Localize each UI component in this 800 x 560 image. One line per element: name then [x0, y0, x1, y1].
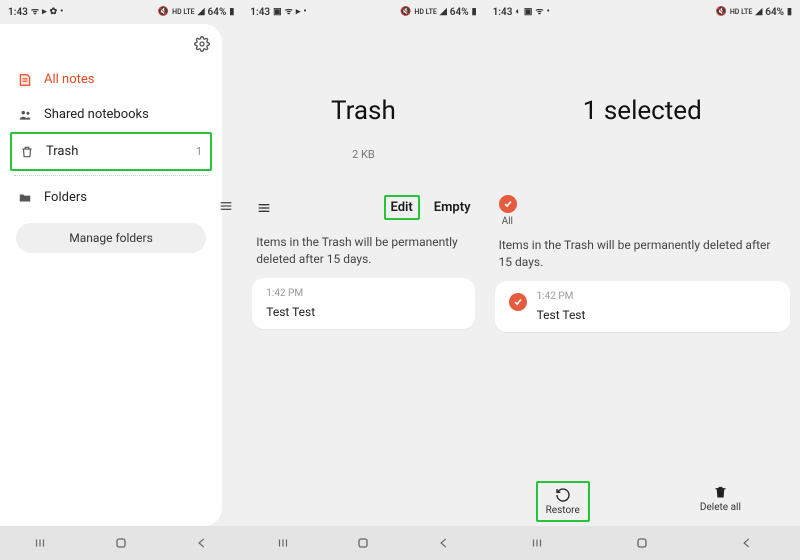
- status-time: 1:43: [8, 7, 28, 18]
- manage-folders-button[interactable]: Manage folders: [16, 223, 206, 253]
- selection-title: 1 selected: [485, 96, 800, 126]
- hamburger-icon[interactable]: [256, 200, 272, 216]
- divider: [14, 175, 208, 176]
- folder-icon: [18, 191, 32, 205]
- trash-icon: [20, 145, 34, 159]
- drawer-item-folders[interactable]: Folders: [0, 180, 222, 215]
- drawer-item-shared[interactable]: Shared notebooks: [0, 97, 222, 132]
- edit-highlight: Edit: [384, 195, 420, 220]
- status-bar: 1:43 ▣ ᯤ ▸ • 🔇 HD LTE ◢ 64% ▮: [242, 0, 484, 24]
- wifi-icon: ᯤ: [285, 8, 293, 17]
- restore-button[interactable]: Restore: [538, 483, 588, 520]
- wifi-icon: ᯤ: [535, 8, 543, 17]
- play-icon: ▸: [42, 8, 47, 17]
- back-button[interactable]: [190, 531, 214, 555]
- back-button[interactable]: [735, 531, 759, 555]
- note-checkbox-icon[interactable]: [509, 293, 527, 311]
- drawer-item-trash[interactable]: Trash 1: [12, 134, 210, 169]
- battery-icon: ▮: [787, 8, 792, 17]
- note-time: 1:42 PM: [537, 291, 776, 302]
- recents-button[interactable]: [271, 531, 295, 555]
- bulb-icon: ◐: [515, 8, 520, 17]
- net-icon: HD LTE: [172, 9, 194, 16]
- restore-icon: [555, 487, 571, 503]
- dot-icon: •: [60, 8, 63, 17]
- net-icon: HD LTE: [730, 9, 752, 16]
- delete-all-button[interactable]: Delete all: [692, 481, 749, 522]
- signal-icon: ◢: [440, 8, 447, 17]
- page-title: Trash: [242, 96, 484, 126]
- image-icon: ▣: [524, 8, 533, 17]
- drawer-label: Trash: [46, 144, 78, 159]
- shared-icon: [18, 108, 32, 122]
- selection-actions: Restore Delete all: [485, 475, 800, 526]
- restore-label: Restore: [546, 505, 580, 516]
- net-icon: HD LTE: [414, 9, 436, 16]
- note-card-selected[interactable]: 1:42 PM Test Test: [495, 281, 790, 332]
- android-nav-bar: [485, 526, 800, 560]
- note-title: Test Test: [537, 308, 776, 322]
- battery-pct: 64%: [765, 7, 784, 18]
- home-button[interactable]: [109, 531, 133, 555]
- battery-icon: ▮: [472, 8, 477, 17]
- status-bar: 1:43 ᯤ ▸ ✿ • 🔇 HD LTE ◢ 64% ▮: [0, 0, 242, 24]
- status-time: 1:43: [250, 7, 270, 18]
- drawer-label: Shared notebooks: [44, 107, 149, 122]
- empty-button[interactable]: Empty: [434, 200, 471, 215]
- gear-icon[interactable]: [194, 36, 210, 52]
- note-card[interactable]: 1:42 PM Test Test: [252, 278, 474, 329]
- signal-icon: ◢: [755, 8, 762, 17]
- battery-pct: 64%: [450, 7, 469, 18]
- status-time: 1:43: [493, 7, 513, 18]
- trash-info: Items in the Trash will be permanently d…: [485, 227, 800, 277]
- mute-icon: 🔇: [716, 8, 727, 17]
- note-title: Test Test: [266, 305, 460, 319]
- trash-count: 1: [196, 145, 202, 158]
- spacer: [485, 148, 800, 161]
- back-button[interactable]: [432, 531, 456, 555]
- select-all-label: All: [502, 216, 513, 227]
- edit-button[interactable]: Edit: [391, 200, 413, 215]
- drawer-label: All notes: [44, 72, 94, 87]
- note-icon: [18, 73, 32, 87]
- battery-pct: 64%: [208, 7, 227, 18]
- image-icon: ▣: [273, 8, 282, 17]
- wifi-icon: ᯤ: [31, 8, 39, 17]
- recents-button[interactable]: [28, 531, 52, 555]
- mute-icon: 🔇: [158, 8, 169, 17]
- drawer-item-all-notes[interactable]: All notes: [0, 62, 222, 97]
- restore-highlight: Restore: [536, 481, 590, 522]
- signal-icon: ◢: [198, 8, 205, 17]
- mute-icon: 🔇: [400, 8, 411, 17]
- home-button[interactable]: [351, 531, 375, 555]
- note-time: 1:42 PM: [266, 288, 460, 299]
- trash-size: 2 KB: [242, 148, 484, 161]
- select-all-checkbox[interactable]: [499, 195, 517, 213]
- status-bar: 1:43 ◐ ▣ ᯤ • 🔇 HD LTE ◢ 64% ▮: [485, 0, 800, 24]
- android-nav-bar: [242, 526, 484, 560]
- drawer-label: Folders: [44, 190, 87, 205]
- battery-icon: ▮: [229, 8, 234, 17]
- dot-icon: •: [303, 8, 306, 17]
- home-button[interactable]: [630, 531, 654, 555]
- recents-button[interactable]: [525, 531, 549, 555]
- delete-all-label: Delete all: [700, 502, 741, 513]
- android-nav-bar: [0, 526, 242, 560]
- gear-mini-icon: ✿: [50, 8, 58, 17]
- dot-icon: •: [547, 8, 550, 17]
- play-icon: ▸: [296, 8, 301, 17]
- trash-info: Items in the Trash will be permanently d…: [242, 224, 484, 274]
- hamburger-icon[interactable]: [218, 198, 234, 214]
- trash-icon: [713, 485, 728, 500]
- trash-highlight: Trash 1: [10, 132, 212, 171]
- nav-drawer: All notes Shared notebooks Trash 1 Folde…: [0, 24, 222, 526]
